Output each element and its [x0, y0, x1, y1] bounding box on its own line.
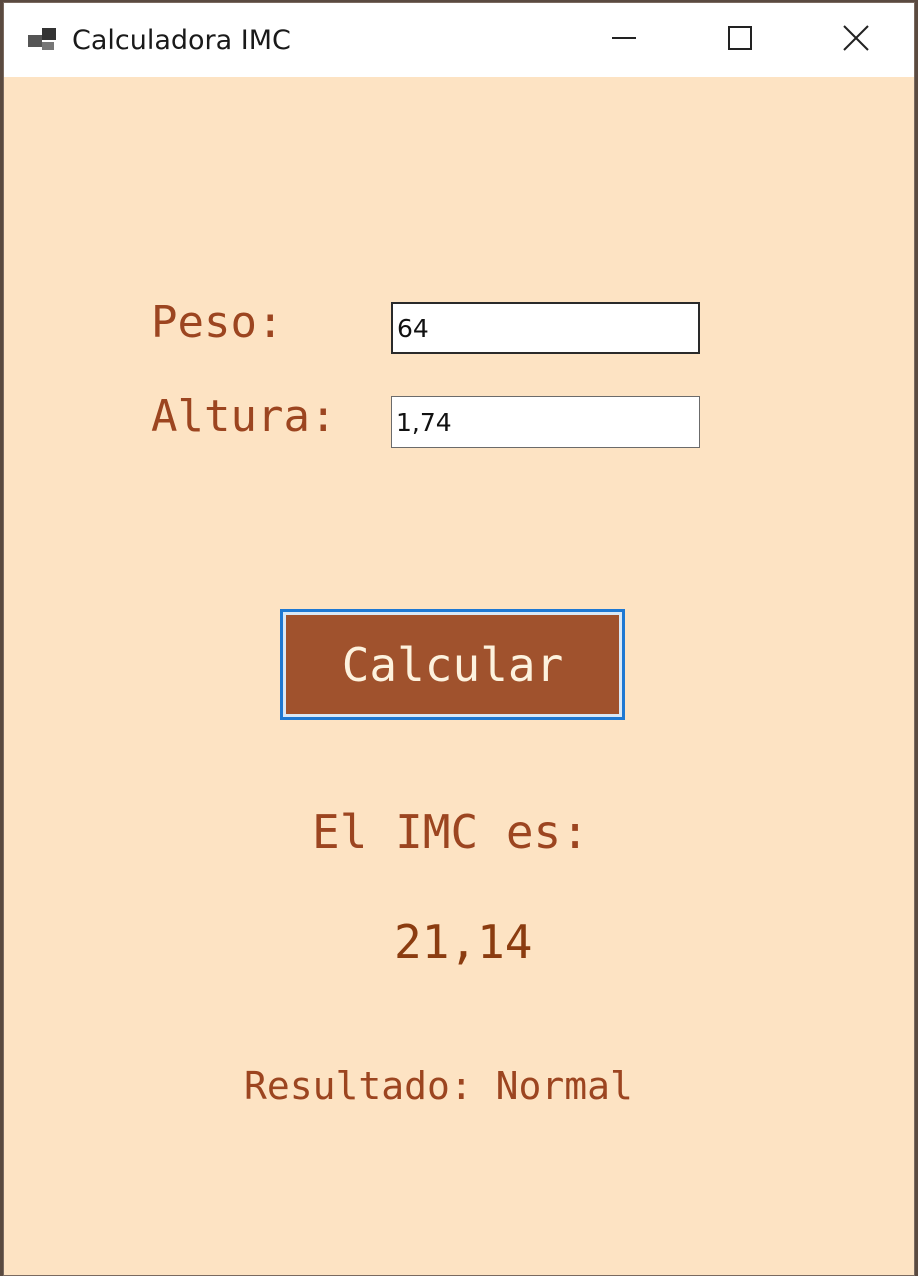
altura-input[interactable]: [391, 396, 700, 448]
altura-label: Altura:: [151, 391, 337, 442]
imc-value: 21,14: [394, 915, 533, 969]
calculate-button[interactable]: Calcular: [280, 609, 625, 720]
calculate-button-label: Calcular: [341, 637, 564, 692]
peso-label: Peso:: [151, 297, 284, 348]
minimize-icon: [611, 25, 637, 56]
maximize-icon: [727, 25, 753, 56]
app-window: Calculadora IMC Peso: Altura: C: [3, 2, 915, 1276]
peso-input[interactable]: [391, 302, 700, 354]
form-area: Peso: Altura: Calcular El IMC es: 21,14 …: [4, 77, 914, 1275]
window-title: Calculadora IMC: [72, 25, 291, 56]
maximize-button[interactable]: [682, 3, 798, 77]
title-bar[interactable]: Calculadora IMC: [4, 3, 914, 77]
close-icon: [842, 24, 870, 57]
imc-label: El IMC es:: [312, 805, 589, 859]
result-status: Resultado: Normal: [244, 1064, 633, 1108]
close-button[interactable]: [798, 3, 914, 77]
app-window-icon: [28, 25, 62, 55]
minimize-button[interactable]: [566, 3, 682, 77]
